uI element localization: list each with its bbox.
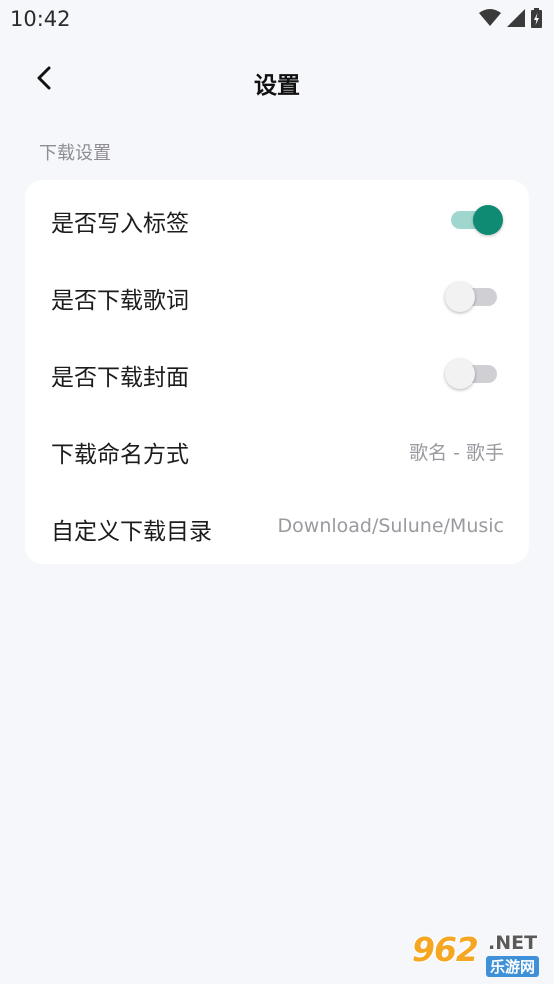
screen: 10:42 设置 下载设置 是否写入标签 是否下载歌词 是否下载封面 下载命名方…	[0, 0, 554, 984]
setting-label: 是否下载歌词	[51, 288, 189, 314]
watermark-domain: .NET	[488, 932, 538, 954]
setting-label: 自定义下载目录	[51, 519, 212, 545]
settings-card: 是否写入标签 是否下载歌词 是否下载封面 下载命名方式 歌名 - 歌手 自定义下…	[25, 180, 529, 564]
signal-icon	[507, 9, 525, 27]
switch-thumb	[445, 359, 475, 389]
watermark-number: 962	[412, 930, 479, 969]
setting-row-download-cover[interactable]: 是否下载封面	[25, 334, 529, 411]
wifi-icon	[479, 9, 501, 27]
section-header: 下载设置	[39, 143, 111, 164]
switch-thumb	[445, 282, 475, 312]
app-bar: 设置	[0, 52, 554, 110]
switch-thumb	[473, 205, 503, 235]
status-time: 10:42	[10, 7, 71, 31]
status-bar: 10:42	[0, 0, 554, 40]
download-lyrics-switch[interactable]	[445, 282, 499, 312]
battery-charging-icon	[531, 8, 542, 28]
setting-label: 下载命名方式	[51, 442, 189, 468]
download-cover-switch[interactable]	[445, 359, 499, 389]
watermark-cn: 乐游网	[486, 956, 540, 977]
setting-label: 是否写入标签	[51, 211, 189, 237]
setting-row-write-tags[interactable]: 是否写入标签	[25, 180, 529, 257]
site-watermark: 962 .NET 乐游网	[412, 930, 548, 980]
page-title: 设置	[254, 73, 300, 99]
setting-row-download-directory[interactable]: 自定义下载目录 Download/Sulune/Music	[25, 488, 529, 565]
naming-format-value: 歌名 - 歌手	[409, 442, 504, 464]
download-directory-value: Download/Sulune/Music	[277, 515, 504, 537]
status-icons	[479, 8, 542, 28]
setting-label: 是否下载封面	[51, 365, 189, 391]
write-tags-switch[interactable]	[449, 205, 503, 235]
setting-row-download-lyrics[interactable]: 是否下载歌词	[25, 257, 529, 334]
setting-row-naming-format[interactable]: 下载命名方式 歌名 - 歌手	[25, 411, 529, 488]
